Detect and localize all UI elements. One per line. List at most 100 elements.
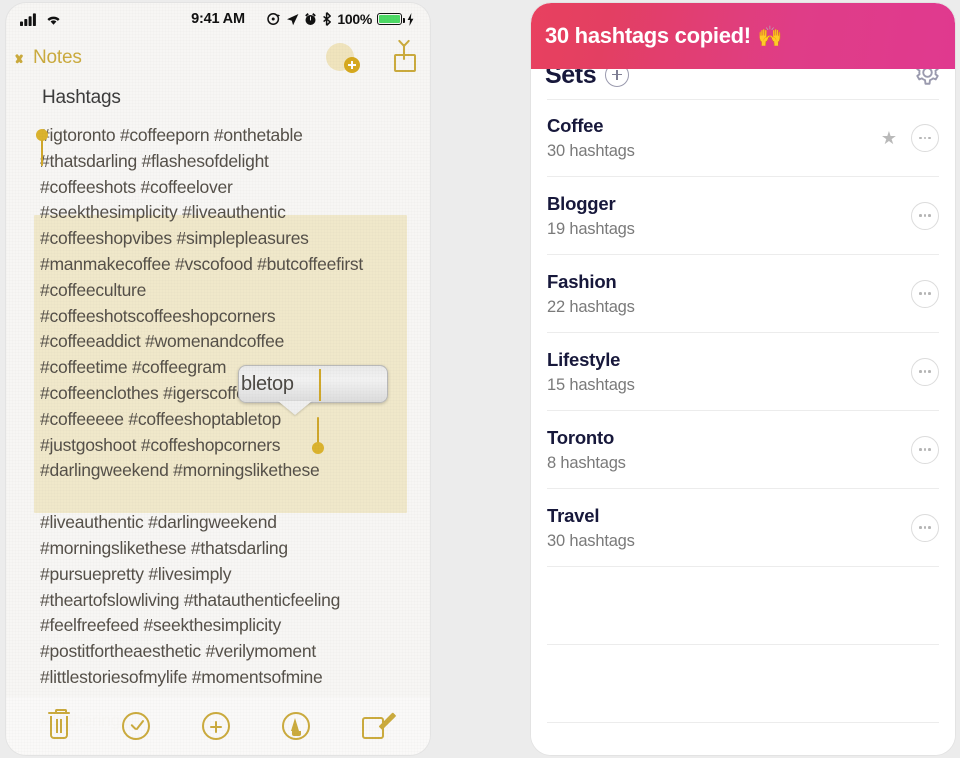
sets-list: Coffee 30 hashtags ★ Blogger 19 hashtags Fash… — [531, 99, 955, 755]
set-name: Travel — [547, 504, 600, 526]
status-bar-right: 100% — [267, 11, 414, 27]
checkmark-circle-icon — [122, 712, 150, 740]
set-row[interactable]: Lifestyle 15 hashtags — [547, 333, 939, 411]
hashtag-line: #igtoronto #coffeeporn #onthetable — [40, 125, 303, 145]
set-count: 15 hashtags — [547, 375, 635, 394]
status-bar: 9:41 AM 100% — [6, 3, 430, 35]
set-row-actions — [911, 513, 939, 542]
set-row-actions — [911, 279, 939, 308]
set-name: Coffee — [547, 115, 604, 136]
note-text-content[interactable]: #igtoronto #coffeeporn #onthetable #thats… — [40, 123, 418, 691]
set-name: Blogger — [547, 192, 616, 214]
text-magnifier-loupe: bletop — [238, 365, 388, 415]
note-title: Hashtags — [42, 87, 121, 108]
hashtag-line: #coffeeshopvibes #simplepleasures — [40, 228, 309, 249]
location-arrow-icon — [287, 13, 299, 25]
hashtag-line: #coffeeeee #coffeeshoptabletop — [40, 408, 281, 429]
set-row[interactable]: Fashion 22 hashtags — [547, 255, 939, 333]
sets-app-panel: 30 hashtags copied! 🙌 Sets Coffee 30 hash… — [531, 3, 955, 755]
set-info: Coffee 30 hashtags — [547, 115, 635, 161]
hashtag-line: #darlingweekend #morningslikethese — [40, 460, 320, 481]
ellipsis-icon[interactable] — [911, 201, 939, 230]
set-count: 8 hashtags — [547, 453, 626, 472]
bluetooth-icon — [323, 12, 332, 26]
ellipsis-icon[interactable] — [911, 279, 939, 308]
set-row[interactable]: Blogger 19 hashtags — [547, 177, 939, 255]
set-info: Lifestyle 15 hashtags — [547, 349, 635, 395]
set-name: Lifestyle — [547, 348, 621, 370]
empty-list-row — [547, 723, 939, 755]
plus-circle-icon — [202, 712, 230, 740]
hashtag-line: #liveauthentic #darlingweekend — [40, 512, 277, 533]
set-info: Toronto 8 hashtags — [547, 427, 626, 473]
add-attachment-button[interactable] — [202, 712, 230, 740]
delete-note-button[interactable] — [48, 708, 70, 740]
hashtag-line: #coffeeculture — [40, 279, 147, 300]
rotation-lock-icon — [267, 13, 281, 25]
set-name: Fashion — [547, 270, 617, 292]
share-icon[interactable] — [394, 44, 416, 72]
hashtag-line: #coffeeshotscoffeeshopcorners — [40, 305, 276, 326]
set-row-actions — [911, 201, 939, 230]
notes-bottom-toolbar — [6, 697, 430, 755]
hashtag-line: #littlestoriesofmylife #momentsofmine — [40, 666, 323, 687]
hashtag-line: #pursuepretty #livesimply — [40, 563, 232, 584]
empty-list-row — [547, 645, 939, 723]
set-row[interactable]: Toronto 8 hashtags — [547, 411, 939, 489]
set-row-actions — [911, 357, 939, 386]
back-to-notes-button[interactable]: Notes — [20, 47, 82, 69]
compose-note-button[interactable] — [362, 712, 396, 739]
set-row-actions: ★ — [881, 124, 939, 152]
hashtag-line: #coffeeaddict #womenandcoffee — [40, 331, 285, 352]
selection-end-handle[interactable] — [312, 417, 324, 454]
toast-message: 30 hashtags copied! — [545, 23, 751, 48]
hashtag-line: #seekthesimplicity #liveauthentic — [40, 202, 286, 223]
ellipsis-icon[interactable] — [911, 435, 939, 464]
set-info: Travel 30 hashtags — [547, 505, 635, 551]
set-row[interactable]: Travel 30 hashtags — [547, 489, 939, 567]
battery-icon — [377, 13, 405, 25]
copied-toast-banner: 30 hashtags copied! 🙌 — [531, 3, 955, 69]
hashtag-line: #theartofslowliving #thatauthenticfeelin… — [40, 589, 341, 610]
set-row[interactable]: Coffee 30 hashtags ★ — [547, 99, 939, 177]
add-person-icon[interactable] — [326, 43, 360, 73]
selection-start-handle[interactable] — [36, 129, 48, 166]
set-info: Blogger 19 hashtags — [547, 193, 635, 239]
magnifier-tail — [278, 401, 312, 415]
hashtag-line: #postitfortheaesthetic #verilymoment — [40, 641, 316, 662]
battery-percent-label: 100% — [337, 11, 372, 27]
hashtag-line: #coffeeshots #coffeelover — [40, 176, 233, 197]
empty-list-row — [547, 567, 939, 645]
trash-icon — [48, 708, 70, 740]
set-count: 19 hashtags — [547, 219, 635, 238]
ellipsis-icon[interactable] — [911, 357, 939, 386]
magnifier-text: bletop — [241, 372, 294, 395]
set-row-actions — [911, 435, 939, 464]
set-count: 30 hashtags — [547, 142, 635, 160]
ellipsis-icon[interactable] — [911, 124, 939, 152]
hashtag-block-two: #liveauthentic #darlingweekend #morningsl… — [40, 510, 418, 691]
checklist-button[interactable] — [122, 712, 150, 740]
notes-nav-bar: Notes — [6, 35, 430, 81]
hashtag-line: #manmakecoffee #vscofood #butcoffeefirst — [40, 253, 364, 274]
compose-icon — [362, 712, 396, 739]
star-icon[interactable]: ★ — [881, 128, 897, 149]
hashtag-line: #thatsdarling #flashesofdelight — [40, 150, 269, 171]
notes-nav-actions — [326, 43, 416, 73]
lightning-bolt-icon — [407, 12, 414, 26]
hashtag-block-one: #igtoronto #coffeeporn #onthetable #thats… — [40, 123, 418, 484]
alarm-clock-icon — [305, 13, 317, 25]
set-count: 30 hashtags — [547, 531, 635, 550]
ellipsis-icon[interactable] — [911, 513, 939, 542]
set-count: 22 hashtags — [547, 297, 635, 316]
markup-pen-circle-icon — [282, 712, 310, 740]
notes-app-panel: 9:41 AM 100% Notes Hashtags #igtoronto #… — [6, 3, 430, 755]
set-info: Fashion 22 hashtags — [547, 271, 635, 317]
chevron-left-icon — [20, 49, 31, 68]
hashtag-line: #morningslikethese #thatsdarling — [40, 537, 288, 558]
screenshot-root: 9:41 AM 100% Notes Hashtags #igtoronto #… — [0, 0, 960, 758]
text-caret — [319, 369, 322, 401]
back-button-label: Notes — [33, 47, 82, 68]
set-name: Toronto — [547, 426, 615, 448]
markup-button[interactable] — [282, 712, 310, 740]
